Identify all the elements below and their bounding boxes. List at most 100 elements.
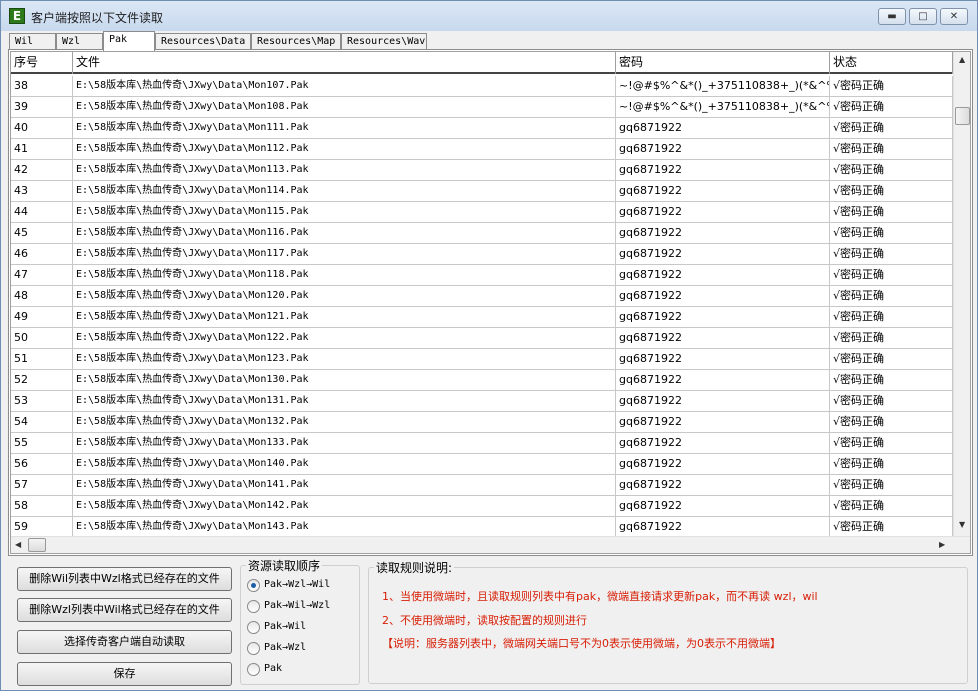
cell-file: E:\58版本库\热血传奇\JXwy\Data\Mon142.Pak [73, 496, 616, 516]
table-row[interactable]: 54 E:\58版本库\热血传奇\JXwy\Data\Mon132.Pak gq68… [11, 412, 953, 433]
table-row[interactable]: 57 E:\58版本库\热血传奇\JXwy\Data\Mon141.Pak gq68… [11, 475, 953, 496]
table-row[interactable]: 48 E:\58版本库\热血传奇\JXwy\Data\Mon120.Pak gq68… [11, 286, 953, 307]
scroll-right-icon[interactable]: ▶ [939, 540, 945, 549]
tab-resources-data[interactable]: Resources\Data [155, 33, 251, 50]
table-row[interactable]: 51 E:\58版本库\热血传奇\JXwy\Data\Mon123.Pak gq68… [11, 349, 953, 370]
cell-no: 51 [11, 349, 73, 369]
cell-status: √密码正确 [830, 244, 953, 264]
cell-password: gq6871922 [616, 328, 830, 348]
table-row[interactable]: 47 E:\58版本库\热血传奇\JXwy\Data\Mon118.Pak gq68… [11, 265, 953, 286]
table-row[interactable]: 49 E:\58版本库\热血传奇\JXwy\Data\Mon121.Pak gq68… [11, 307, 953, 328]
select-client-button[interactable]: 选择传奇客户端自动读取 [17, 630, 232, 654]
table-row[interactable]: 43 E:\58版本库\热血传奇\JXwy\Data\Mon114.Pak gq68… [11, 181, 953, 202]
cell-status: √密码正确 [830, 160, 953, 180]
radio-button[interactable] [247, 663, 260, 676]
scroll-down-icon[interactable]: ▼ [959, 520, 965, 529]
tab-wil[interactable]: Wil [9, 33, 56, 50]
cell-status: √密码正确 [830, 265, 953, 285]
radio-label: Pak→Wil→Wzl [264, 600, 331, 611]
table-row[interactable]: 40 E:\58版本库\热血传奇\JXwy\Data\Mon111.Pak gq68… [11, 118, 953, 139]
tab-pak[interactable]: Pak [103, 31, 155, 51]
cell-file: E:\58版本库\热血传奇\JXwy\Data\Mon118.Pak [73, 265, 616, 285]
cell-file: E:\58版本库\热血传奇\JXwy\Data\Mon123.Pak [73, 349, 616, 369]
save-button[interactable]: 保存 [17, 662, 232, 686]
table-row[interactable]: 52 E:\58版本库\热血传奇\JXwy\Data\Mon130.Pak gq68… [11, 370, 953, 391]
cell-status: √密码正确 [830, 496, 953, 516]
maximize-button[interactable]: □ [909, 8, 937, 25]
title-bar[interactable]: E 客户端按照以下文件读取 ▬ □ ✕ [1, 1, 977, 31]
delete-wil-duplicates-button[interactable]: 删除Wil列表中Wzl格式已经存在的文件 [17, 567, 232, 591]
app-logo-icon: E [9, 8, 25, 24]
read-order-option[interactable]: Pak [247, 661, 352, 677]
maximize-icon: □ [918, 11, 928, 22]
vertical-scroll-thumb[interactable] [955, 107, 970, 125]
cell-status: √密码正确 [830, 328, 953, 348]
cell-file: E:\58版本库\热血传奇\JXwy\Data\Mon115.Pak [73, 202, 616, 222]
read-order-option[interactable]: Pak→Wzl [247, 640, 352, 656]
cell-file: E:\58版本库\热血传奇\JXwy\Data\Mon141.Pak [73, 475, 616, 495]
table-row[interactable]: 45 E:\58版本库\热血传奇\JXwy\Data\Mon116.Pak gq68… [11, 223, 953, 244]
tab-resources-map[interactable]: Resources\Map [251, 33, 341, 50]
radio-button[interactable] [247, 621, 260, 634]
cell-password: gq6871922 [616, 118, 830, 138]
cell-no: 55 [11, 433, 73, 453]
column-header-file[interactable]: 文件 [73, 52, 616, 74]
column-header-status[interactable]: 状态 [830, 52, 953, 74]
rules-title: 读取规则说明: [374, 559, 455, 576]
vertical-scrollbar[interactable]: ▲ ▼ [953, 52, 970, 536]
cell-status: √密码正确 [830, 181, 953, 201]
cell-password: ~!@#$%^&*()_+375110838+_)(*&^%$#@!~ [616, 97, 830, 117]
table-row[interactable]: 38 E:\58版本库\热血传奇\JXwy\Data\Mon107.Pak ~!@#… [11, 76, 953, 97]
delete-wzl-duplicates-button[interactable]: 删除Wzl列表中Wil格式已经存在的文件 [17, 598, 232, 622]
cell-password: gq6871922 [616, 307, 830, 327]
table-row[interactable]: 41 E:\58版本库\热血传奇\JXwy\Data\Mon112.Pak gq68… [11, 139, 953, 160]
read-order-option[interactable]: Pak→Wil [247, 619, 352, 635]
column-header-no[interactable]: 序号 [11, 52, 73, 74]
read-order-option[interactable]: Pak→Wil→Wzl [247, 598, 352, 614]
horizontal-scrollbar[interactable]: ◀ ▶ [11, 536, 970, 553]
rule-line-1: 1、当使用微端时，且读取规则列表中有pak，微端直接请求更新pak，而不再读 w… [382, 590, 818, 603]
cell-no: 40 [11, 118, 73, 138]
table-row[interactable]: 50 E:\58版本库\热血传奇\JXwy\Data\Mon122.Pak gq68… [11, 328, 953, 349]
read-order-option[interactable]: Pak→Wzl→Wil [247, 577, 352, 593]
radio-button[interactable] [247, 642, 260, 655]
cell-password: gq6871922 [616, 412, 830, 432]
tab-wzl[interactable]: Wzl [56, 33, 103, 50]
cell-file: E:\58版本库\热血传奇\JXwy\Data\Mon132.Pak [73, 412, 616, 432]
cell-file: E:\58版本库\热血传奇\JXwy\Data\Mon111.Pak [73, 118, 616, 138]
table-row[interactable]: 59 E:\58版本库\热血传奇\JXwy\Data\Mon143.Pak gq68… [11, 517, 953, 538]
cell-status: √密码正确 [830, 391, 953, 411]
cell-status: √密码正确 [830, 349, 953, 369]
cell-password: gq6871922 [616, 454, 830, 474]
cell-no: 45 [11, 223, 73, 243]
radio-button[interactable] [247, 600, 260, 613]
main-window: E 客户端按照以下文件读取 ▬ □ ✕ Wil Wzl Pak Resource… [0, 0, 978, 691]
close-button[interactable]: ✕ [940, 8, 968, 25]
horizontal-scroll-thumb[interactable] [28, 538, 46, 552]
cell-status: √密码正确 [830, 223, 953, 243]
table-row[interactable]: 53 E:\58版本库\热血传奇\JXwy\Data\Mon131.Pak gq68… [11, 391, 953, 412]
table-row[interactable]: 55 E:\58版本库\热血传奇\JXwy\Data\Mon133.Pak gq68… [11, 433, 953, 454]
table-row[interactable]: 56 E:\58版本库\热血传奇\JXwy\Data\Mon140.Pak gq68… [11, 454, 953, 475]
table-row[interactable]: 42 E:\58版本库\热血传奇\JXwy\Data\Mon113.Pak gq68… [11, 160, 953, 181]
window-title: 客户端按照以下文件读取 [31, 11, 164, 25]
cell-file: E:\58版本库\热血传奇\JXwy\Data\Mon116.Pak [73, 223, 616, 243]
scroll-left-icon[interactable]: ◀ [15, 540, 21, 549]
minimize-button[interactable]: ▬ [878, 8, 906, 25]
radio-button[interactable] [247, 579, 260, 592]
cell-password: gq6871922 [616, 475, 830, 495]
table-row[interactable]: 46 E:\58版本库\热血传奇\JXwy\Data\Mon117.Pak gq68… [11, 244, 953, 265]
table-row[interactable]: 39 E:\58版本库\热血传奇\JXwy\Data\Mon108.Pak ~!@#… [11, 97, 953, 118]
cell-no: 42 [11, 160, 73, 180]
scroll-up-icon[interactable]: ▲ [959, 55, 965, 64]
tab-resources-wav[interactable]: Resources\Wav [341, 33, 427, 50]
table-row[interactable]: 44 E:\58版本库\热血传奇\JXwy\Data\Mon115.Pak gq68… [11, 202, 953, 223]
cell-status: √密码正确 [830, 97, 953, 117]
table-row[interactable]: 58 E:\58版本库\热血传奇\JXwy\Data\Mon142.Pak gq68… [11, 496, 953, 517]
cell-no: 54 [11, 412, 73, 432]
cell-status: √密码正确 [830, 517, 953, 537]
pak-tab-page: 序号 文件 密码 状态 38 E:\58版本库\热血传奇\JXwy\Data\Mo… [8, 49, 973, 556]
pak-file-grid[interactable]: 序号 文件 密码 状态 38 E:\58版本库\热血传奇\JXwy\Data\Mo… [10, 51, 971, 554]
cell-no: 47 [11, 265, 73, 285]
column-header-password[interactable]: 密码 [616, 52, 830, 74]
